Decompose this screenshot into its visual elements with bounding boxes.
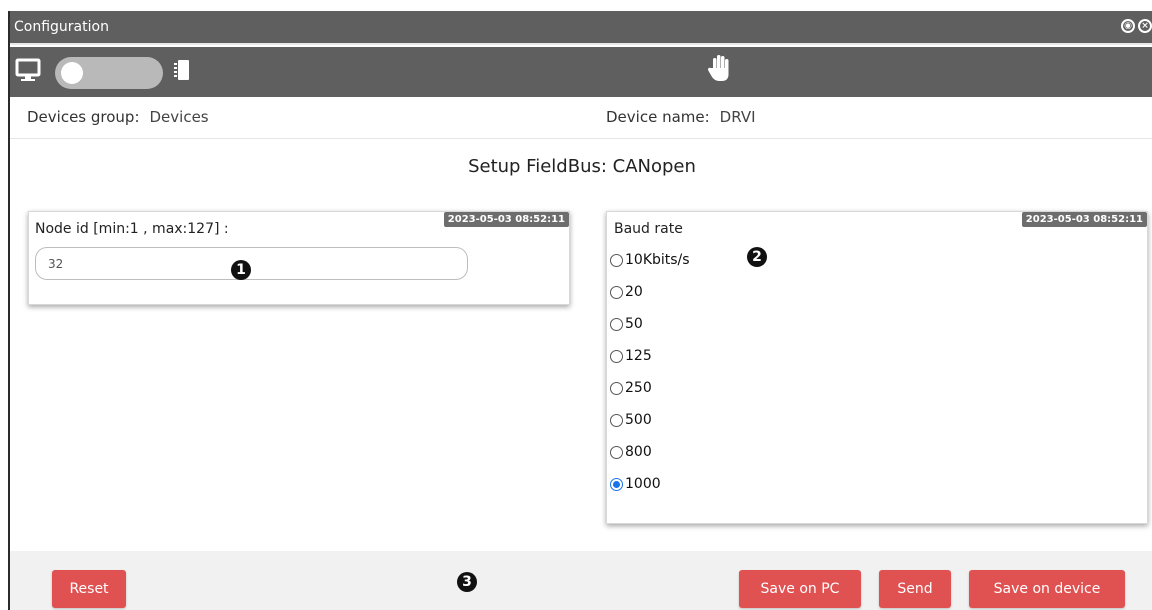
baud-rate-label: Baud rate (614, 221, 683, 237)
baud-option-label: 10Kbits/s (625, 252, 690, 268)
baud-rate-card: 2023-05-03 08:52:11 Baud rate 10Kbits/s … (606, 211, 1148, 524)
node-id-input[interactable] (35, 247, 468, 280)
baud-option-label: 20 (625, 284, 643, 300)
node-id-label: Node id [min:1 , max:127] : (35, 221, 229, 237)
window-title: Configuration (14, 19, 109, 35)
chip-icon (174, 60, 189, 80)
devices-group-value: Devices (149, 108, 209, 126)
radio-button-selected[interactable] (610, 477, 623, 491)
configuration-window: Configuration ◉ × Devices group: Devices… (8, 11, 1152, 610)
device-name-value: DRVI (719, 108, 756, 126)
device-name-label: Device name: (606, 108, 710, 126)
toolbar (10, 47, 1152, 97)
callout-marker-1: 1 (231, 260, 251, 280)
node-id-card: 2023-05-03 08:52:11 Node id [min:1 , max… (28, 211, 570, 305)
radio-button[interactable] (610, 253, 623, 267)
radio-button[interactable] (610, 285, 623, 299)
save-on-device-button[interactable]: Save on device (969, 570, 1125, 608)
radio-button[interactable] (610, 317, 623, 331)
save-on-pc-button[interactable]: Save on PC (739, 570, 861, 608)
devices-group-label: Devices group: (27, 108, 140, 126)
baud-option-1000[interactable]: 1000 (610, 473, 661, 495)
hand-icon[interactable] (706, 53, 734, 85)
devices-group: Devices group: Devices (27, 108, 209, 126)
baud-option-label: 500 (625, 412, 652, 428)
monitor-icon (15, 58, 41, 81)
send-button[interactable]: Send (879, 570, 951, 608)
radio-button[interactable] (610, 381, 623, 395)
baud-option-label: 1000 (625, 476, 661, 492)
reset-button[interactable]: Reset (52, 570, 126, 608)
baud-option-label: 250 (625, 380, 652, 396)
pin-icon[interactable]: ◉ (1121, 19, 1135, 33)
callout-marker-3: 3 (457, 572, 477, 592)
callout-marker-2: 2 (747, 247, 767, 267)
baud-option-50[interactable]: 50 (610, 313, 643, 335)
baud-option-20[interactable]: 20 (610, 281, 643, 303)
baud-option-label: 50 (625, 316, 643, 332)
baud-option-label: 125 (625, 348, 652, 364)
node-timestamp: 2023-05-03 08:52:11 (443, 212, 569, 227)
baud-option-500[interactable]: 500 (610, 409, 652, 431)
mode-toggle[interactable] (55, 57, 163, 89)
device-info-bar: Devices group: Devices Device name: DRVI (10, 97, 1152, 139)
baud-option-label: 800 (625, 444, 652, 460)
baud-timestamp: 2023-05-03 08:52:11 (1021, 212, 1147, 227)
device-name: Device name: DRVI (606, 108, 756, 126)
baud-option-800[interactable]: 800 (610, 441, 652, 463)
baud-option-250[interactable]: 250 (610, 377, 652, 399)
radio-button[interactable] (610, 445, 623, 459)
footer-bar: 3 Reset Save on PC Send Save on device (10, 551, 1152, 610)
title-bar: Configuration ◉ × (10, 11, 1152, 45)
toggle-knob (61, 62, 83, 84)
close-icon[interactable]: × (1138, 19, 1152, 33)
baud-option-125[interactable]: 125 (610, 345, 652, 367)
radio-button[interactable] (610, 413, 623, 427)
baud-option-10kbits[interactable]: 10Kbits/s (610, 249, 690, 271)
radio-button[interactable] (610, 349, 623, 363)
setup-title: Setup FieldBus: CANopen (468, 156, 696, 177)
